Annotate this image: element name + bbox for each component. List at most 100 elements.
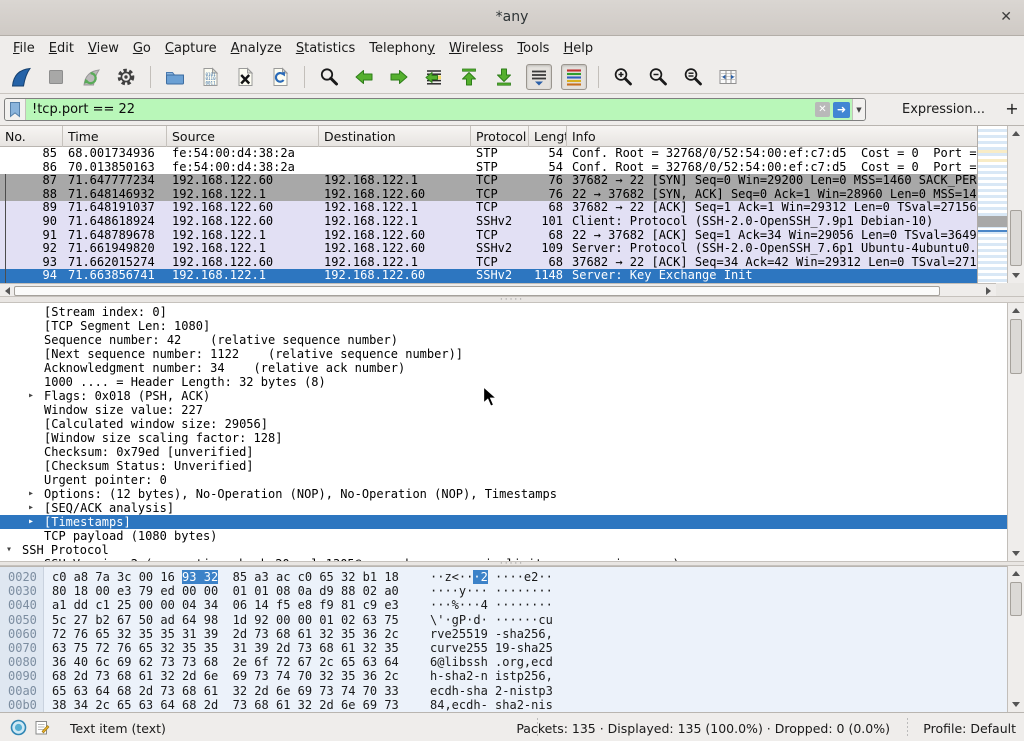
packet-row-91[interactable]: 9171.648789678192.168.122.1192.168.122.6…: [0, 229, 977, 243]
hex-bytes[interactable]: 65 63 64 68 2d 73 68 61 32 2d 6e 69 73 7…: [52, 684, 399, 698]
packet-row-85[interactable]: 8568.001734936fe:54:00:d4:38:2aSTP54Conf…: [0, 147, 977, 161]
detail-line[interactable]: ▾SSH Protocol: [0, 543, 1024, 557]
menu-wireless[interactable]: Wireless: [442, 38, 510, 59]
intelligent-scrollbar[interactable]: [977, 126, 1007, 283]
detail-line[interactable]: Urgent pointer: 0: [0, 473, 1024, 487]
hex-ascii[interactable]: ecdh-sha 2-nistp3: [430, 684, 553, 698]
detail-line[interactable]: Window size value: 227: [0, 403, 1024, 417]
menu-statistics[interactable]: Statistics: [289, 38, 362, 59]
scroll-down-icon[interactable]: [1008, 697, 1024, 712]
column-header-protocol[interactable]: Protocol: [471, 126, 529, 147]
hex-bytes[interactable]: a1 dd c1 25 00 00 04 34 06 14 f5 e8 f9 8…: [52, 598, 399, 612]
filter-text[interactable]: !tcp.port == 22: [26, 102, 815, 117]
resize-columns-button[interactable]: [715, 64, 741, 90]
hex-row-0060[interactable]: 006072 76 65 32 35 35 31 39 2d 73 68 61 …: [0, 627, 1024, 641]
bytes-scroll-thumb[interactable]: [1010, 582, 1022, 616]
detail-line[interactable]: [TCP Segment Len: 1080]: [0, 319, 1024, 333]
detail-line[interactable]: ▸Options: (12 bytes), No-Operation (NOP)…: [0, 487, 1024, 501]
hex-bytes[interactable]: 72 76 65 32 35 35 31 39 2d 73 68 61 32 3…: [52, 627, 399, 641]
hex-row-00a0[interactable]: 00a065 63 64 68 2d 73 68 61 32 2d 6e 69 …: [0, 684, 1024, 698]
menu-capture[interactable]: Capture: [158, 38, 224, 59]
hex-ascii[interactable]: ····y··· ········: [430, 584, 553, 598]
menu-view[interactable]: View: [81, 38, 126, 59]
collapsed-arrow-icon[interactable]: ▸: [28, 515, 34, 529]
zoom-in-button[interactable]: [610, 64, 636, 90]
column-header-time[interactable]: Time: [63, 126, 167, 147]
packet-list-hscrollbar[interactable]: [0, 283, 996, 296]
collapsed-arrow-icon[interactable]: ▸: [28, 487, 34, 501]
expanded-arrow-icon[interactable]: ▾: [6, 543, 12, 557]
packet-row-92[interactable]: 9271.661949820192.168.122.1192.168.122.6…: [0, 242, 977, 256]
open-file-button[interactable]: [162, 64, 188, 90]
hex-row-0040[interactable]: 0040a1 dd c1 25 00 00 04 34 06 14 f5 e8 …: [0, 598, 1024, 612]
go-first-button[interactable]: [456, 64, 482, 90]
pane-splitter-top[interactable]: ·····: [0, 296, 1024, 303]
hex-ascii[interactable]: rve25519 -sha256,: [430, 627, 553, 641]
packet-row-94[interactable]: 9471.663856741192.168.122.1192.168.122.6…: [0, 269, 977, 283]
hex-row-0070[interactable]: 007063 75 72 76 65 32 35 35 31 39 2d 73 …: [0, 641, 1024, 655]
go-back-button[interactable]: [351, 64, 377, 90]
hex-ascii[interactable]: \'·gP·d· ······cu: [430, 613, 553, 627]
hex-ascii[interactable]: ···%···4 ········: [430, 598, 553, 612]
collapsed-arrow-icon[interactable]: ▸: [28, 501, 34, 515]
expert-info-icon[interactable]: [10, 719, 27, 740]
colorize-button[interactable]: [561, 64, 587, 90]
hex-row-0020[interactable]: 0020c0 a8 7a 3c 00 16 93 32 85 a3 ac c0 …: [0, 570, 1024, 584]
packet-row-89[interactable]: 8971.648191037192.168.122.60192.168.122.…: [0, 201, 977, 215]
hex-bytes[interactable]: 5c 27 b2 67 50 ad 64 98 1d 92 00 00 01 0…: [52, 613, 399, 627]
hex-bytes[interactable]: c0 a8 7a 3c 00 16 93 32 85 a3 ac c0 65 3…: [52, 570, 399, 584]
detail-line[interactable]: ▸Flags: 0x018 (PSH, ACK): [0, 389, 1024, 403]
column-header-length[interactable]: Length: [529, 126, 567, 147]
detail-line[interactable]: [Stream index: 0]: [0, 305, 1024, 319]
hex-bytes[interactable]: 36 40 6c 69 62 73 73 68 2e 6f 72 67 2c 6…: [52, 655, 399, 669]
detail-line[interactable]: Acknowledgment number: 34 (relative ack …: [0, 361, 1024, 375]
filter-clear-icon[interactable]: ✕: [815, 102, 830, 117]
detail-line[interactable]: [Checksum Status: Unverified]: [0, 459, 1024, 473]
auto-scroll-button[interactable]: [526, 64, 552, 90]
reload-file-button[interactable]: [267, 64, 293, 90]
scroll-up-icon[interactable]: [1008, 303, 1024, 318]
hex-bytes[interactable]: 68 2d 73 68 61 32 2d 6e 69 73 74 70 32 3…: [52, 669, 399, 683]
column-header-destination[interactable]: Destination: [319, 126, 471, 147]
title-bar[interactable]: *any ✕: [0, 0, 1024, 36]
packet-row-88[interactable]: 8871.648146932192.168.122.1192.168.122.6…: [0, 188, 977, 202]
scroll-up-icon[interactable]: [1008, 126, 1024, 141]
filter-apply-icon[interactable]: ➜: [833, 102, 850, 118]
details-vscrollbar[interactable]: [1007, 303, 1024, 561]
detail-line[interactable]: TCP payload (1080 bytes): [0, 529, 1024, 543]
packet-row-93[interactable]: 9371.662015274192.168.122.60192.168.122.…: [0, 256, 977, 270]
display-filter-input[interactable]: !tcp.port == 22 ✕ ➜ ▼: [4, 98, 866, 121]
status-profile[interactable]: Profile: Default: [923, 721, 1016, 736]
save-file-button[interactable]: 010101100011: [197, 64, 223, 90]
expression-button[interactable]: Expression...: [902, 102, 985, 117]
hex-ascii[interactable]: curve255 19-sha25: [430, 641, 553, 655]
capture-comment-icon[interactable]: [34, 719, 50, 740]
collapsed-arrow-icon[interactable]: ▸: [28, 389, 34, 403]
menu-edit[interactable]: Edit: [42, 38, 81, 59]
packet-row-90[interactable]: 9071.648618924192.168.122.60192.168.122.…: [0, 215, 977, 229]
filter-dropdown-icon[interactable]: ▼: [852, 99, 865, 120]
packet-row-87[interactable]: 8771.647777234192.168.122.60192.168.122.…: [0, 174, 977, 188]
scroll-down-icon[interactable]: [1008, 546, 1024, 561]
hex-ascii[interactable]: 84,ecdh- sha2-nis: [430, 698, 553, 712]
hex-bytes[interactable]: 63 75 72 76 65 32 35 35 31 39 2d 73 68 6…: [52, 641, 399, 655]
hex-row-0090[interactable]: 009068 2d 73 68 61 32 2d 6e 69 73 74 70 …: [0, 669, 1024, 683]
hex-row-0080[interactable]: 008036 40 6c 69 62 73 73 68 2e 6f 72 67 …: [0, 655, 1024, 669]
filter-bookmark-icon[interactable]: [5, 99, 26, 120]
bytes-vscrollbar[interactable]: [1007, 566, 1024, 712]
packet-list-vscrollbar[interactable]: [1007, 126, 1024, 283]
close-window-icon[interactable]: ✕: [1000, 9, 1012, 25]
packet-list-hscroll-thumb[interactable]: [14, 286, 940, 296]
start-capture-button[interactable]: [8, 64, 34, 90]
go-forward-button[interactable]: [386, 64, 412, 90]
stop-capture-button[interactable]: [43, 64, 69, 90]
detail-line[interactable]: Sequence number: 42 (relative sequence n…: [0, 333, 1024, 347]
scroll-right-icon[interactable]: [982, 285, 994, 296]
menu-tools[interactable]: Tools: [510, 38, 556, 59]
go-to-packet-button[interactable]: [421, 64, 447, 90]
hex-row-00b0[interactable]: 00b038 34 2c 65 63 64 68 2d 73 68 61 32 …: [0, 698, 1024, 712]
capture-options-button[interactable]: [113, 64, 139, 90]
menu-help[interactable]: Help: [556, 38, 600, 59]
scroll-down-icon[interactable]: [1008, 268, 1024, 283]
hex-ascii[interactable]: h-sha2-n istp256,: [430, 669, 553, 683]
